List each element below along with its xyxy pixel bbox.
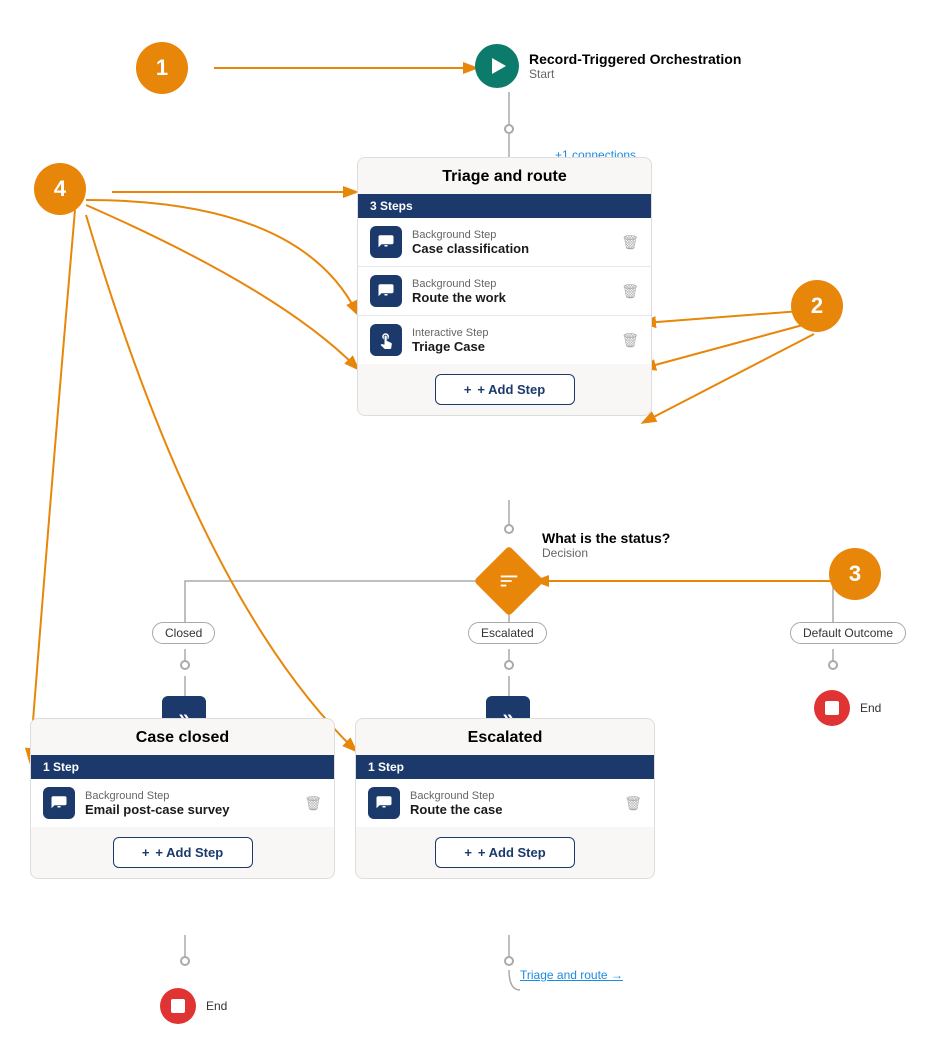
step-text-2: Background Step Route the work bbox=[412, 278, 611, 305]
escalated-steps-header: 1 Step bbox=[356, 755, 654, 779]
step-row: Background Step Email post-case survey 🗑 bbox=[31, 779, 334, 827]
end-circle-1 bbox=[814, 690, 850, 726]
step-text-cc: Background Step Email post-case survey bbox=[85, 790, 294, 817]
play-icon bbox=[475, 44, 519, 88]
connector-dot-cc-bottom bbox=[180, 956, 190, 966]
triage-card-title: Triage and route bbox=[358, 158, 651, 194]
end-node-1: End bbox=[814, 690, 881, 726]
connector-dot-esc-bottom bbox=[504, 956, 514, 966]
case-closed-title: Case closed bbox=[31, 719, 334, 755]
circle-2: 2 bbox=[791, 280, 843, 332]
end-node-2: End bbox=[160, 988, 227, 1024]
triage-card: Triage and route 3 Steps Background Step… bbox=[357, 157, 652, 416]
step-row: Background Step Case classification 🗑 bbox=[358, 218, 651, 267]
background-step-icon-esc bbox=[368, 787, 400, 819]
step-text-1: Background Step Case classification bbox=[412, 229, 611, 256]
triage-steps-header: 3 Steps bbox=[358, 194, 651, 218]
decision-label: What is the status? Decision bbox=[542, 530, 670, 560]
step-row: Interactive Step Triage Case 🗑 bbox=[358, 316, 651, 364]
circle-4: 4 bbox=[34, 163, 86, 215]
case-closed-card: Case closed 1 Step Background Step Email… bbox=[30, 718, 335, 879]
connector-dot-2 bbox=[504, 524, 514, 534]
case-closed-steps-header: 1 Step bbox=[31, 755, 334, 779]
escalated-title: Escalated bbox=[356, 719, 654, 755]
closed-pill: Closed bbox=[152, 622, 215, 644]
background-step-icon-2 bbox=[370, 275, 402, 307]
decision-container bbox=[484, 556, 534, 606]
decision-icon bbox=[484, 556, 534, 606]
delete-step-esc[interactable]: 🗑 bbox=[624, 795, 642, 812]
add-step-button-escalated[interactable]: + + Add Step bbox=[435, 837, 575, 868]
connector-dot-closed bbox=[180, 660, 190, 670]
background-step-icon-1 bbox=[370, 226, 402, 258]
triage-loop-link[interactable]: Triage and route → bbox=[520, 968, 623, 982]
connector-dot-default bbox=[828, 660, 838, 670]
step-row: Background Step Route the work 🗑 bbox=[358, 267, 651, 316]
circle-3: 3 bbox=[829, 548, 881, 600]
add-step-button-closed[interactable]: + + Add Step bbox=[113, 837, 253, 868]
background-step-icon-cc bbox=[43, 787, 75, 819]
add-step-button-triage[interactable]: + + Add Step bbox=[435, 374, 575, 405]
delete-step-cc[interactable]: 🗑 bbox=[304, 795, 322, 812]
delete-step-3[interactable]: 🗑 bbox=[621, 332, 639, 349]
connector-dot-escalated bbox=[504, 660, 514, 670]
step-text-3: Interactive Step Triage Case bbox=[412, 327, 611, 354]
delete-step-1[interactable]: 🗑 bbox=[621, 234, 639, 251]
escalated-pill: Escalated bbox=[468, 622, 547, 644]
connector-dot-1 bbox=[504, 124, 514, 134]
default-pill: Default Outcome bbox=[790, 622, 906, 644]
delete-step-2[interactable]: 🗑 bbox=[621, 283, 639, 300]
escalated-card: Escalated 1 Step Background Step Route t… bbox=[355, 718, 655, 879]
step-text-esc: Background Step Route the case bbox=[410, 790, 614, 817]
start-node: Record-Triggered Orchestration Start bbox=[475, 44, 741, 88]
circle-1: 1 bbox=[136, 42, 188, 94]
interactive-step-icon-3 bbox=[370, 324, 402, 356]
end-circle-2 bbox=[160, 988, 196, 1024]
start-label: Record-Triggered Orchestration Start bbox=[529, 51, 741, 81]
step-row: Background Step Route the case 🗑 bbox=[356, 779, 654, 827]
